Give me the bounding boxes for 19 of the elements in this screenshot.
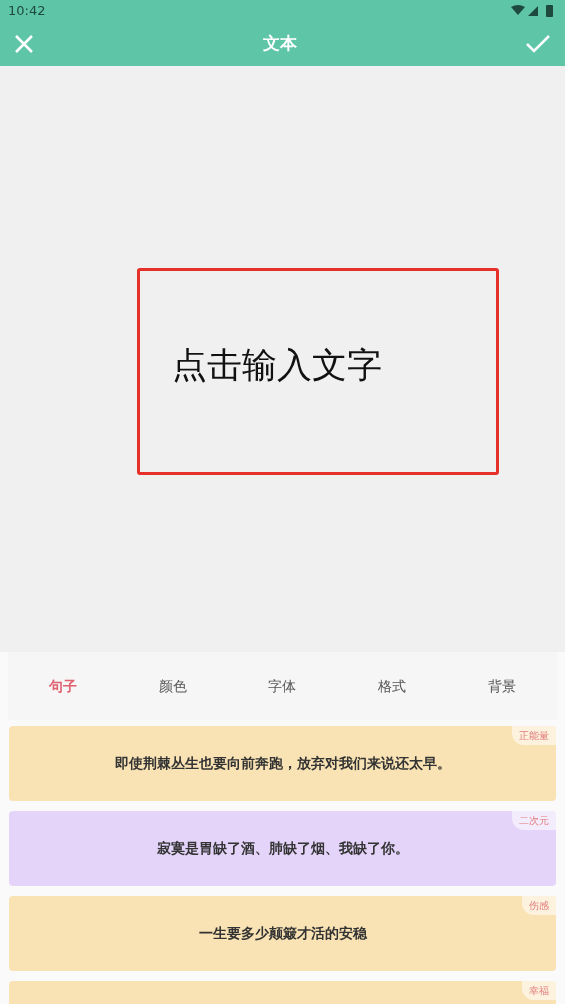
status-time: 10:42 xyxy=(8,2,46,21)
tab[interactable]: 背景 xyxy=(447,674,557,698)
category-tag: 正能量 xyxy=(512,726,556,745)
sentence-card[interactable]: 即使荆棘丛生也要向前奔跑，放弃对我们来说还太早。 正能量 xyxy=(9,726,556,801)
tab[interactable]: 颜色 xyxy=(117,674,228,698)
category-tag: 幸福 xyxy=(522,981,556,1000)
sentence-card[interactable]: 寂寞是胃缺了酒、肺缺了烟、我缺了你。 二次元 xyxy=(9,811,556,886)
category-tag: 伤感 xyxy=(522,896,556,915)
close-icon[interactable] xyxy=(14,34,34,54)
toolbar-title: 文本 xyxy=(262,32,297,56)
tab[interactable]: 字体 xyxy=(227,674,338,698)
tab[interactable]: 格式 xyxy=(337,674,448,698)
sentence-card[interactable]: 一生要多少颠簸才活的安稳 伤感 xyxy=(9,896,556,971)
text-input-box[interactable]: 点击输入文字 xyxy=(137,268,499,475)
sentence-text: 即使荆棘丛生也要向前奔跑，放弃对我们来说还太早。 xyxy=(114,754,451,773)
check-icon[interactable] xyxy=(525,34,551,54)
category-tag: 二次元 xyxy=(512,811,556,830)
sentence-text: 寂寞是胃缺了酒、肺缺了烟、我缺了你。 xyxy=(156,839,409,858)
sentence-text: 一生要多少颠簸才活的安稳 xyxy=(198,924,367,943)
